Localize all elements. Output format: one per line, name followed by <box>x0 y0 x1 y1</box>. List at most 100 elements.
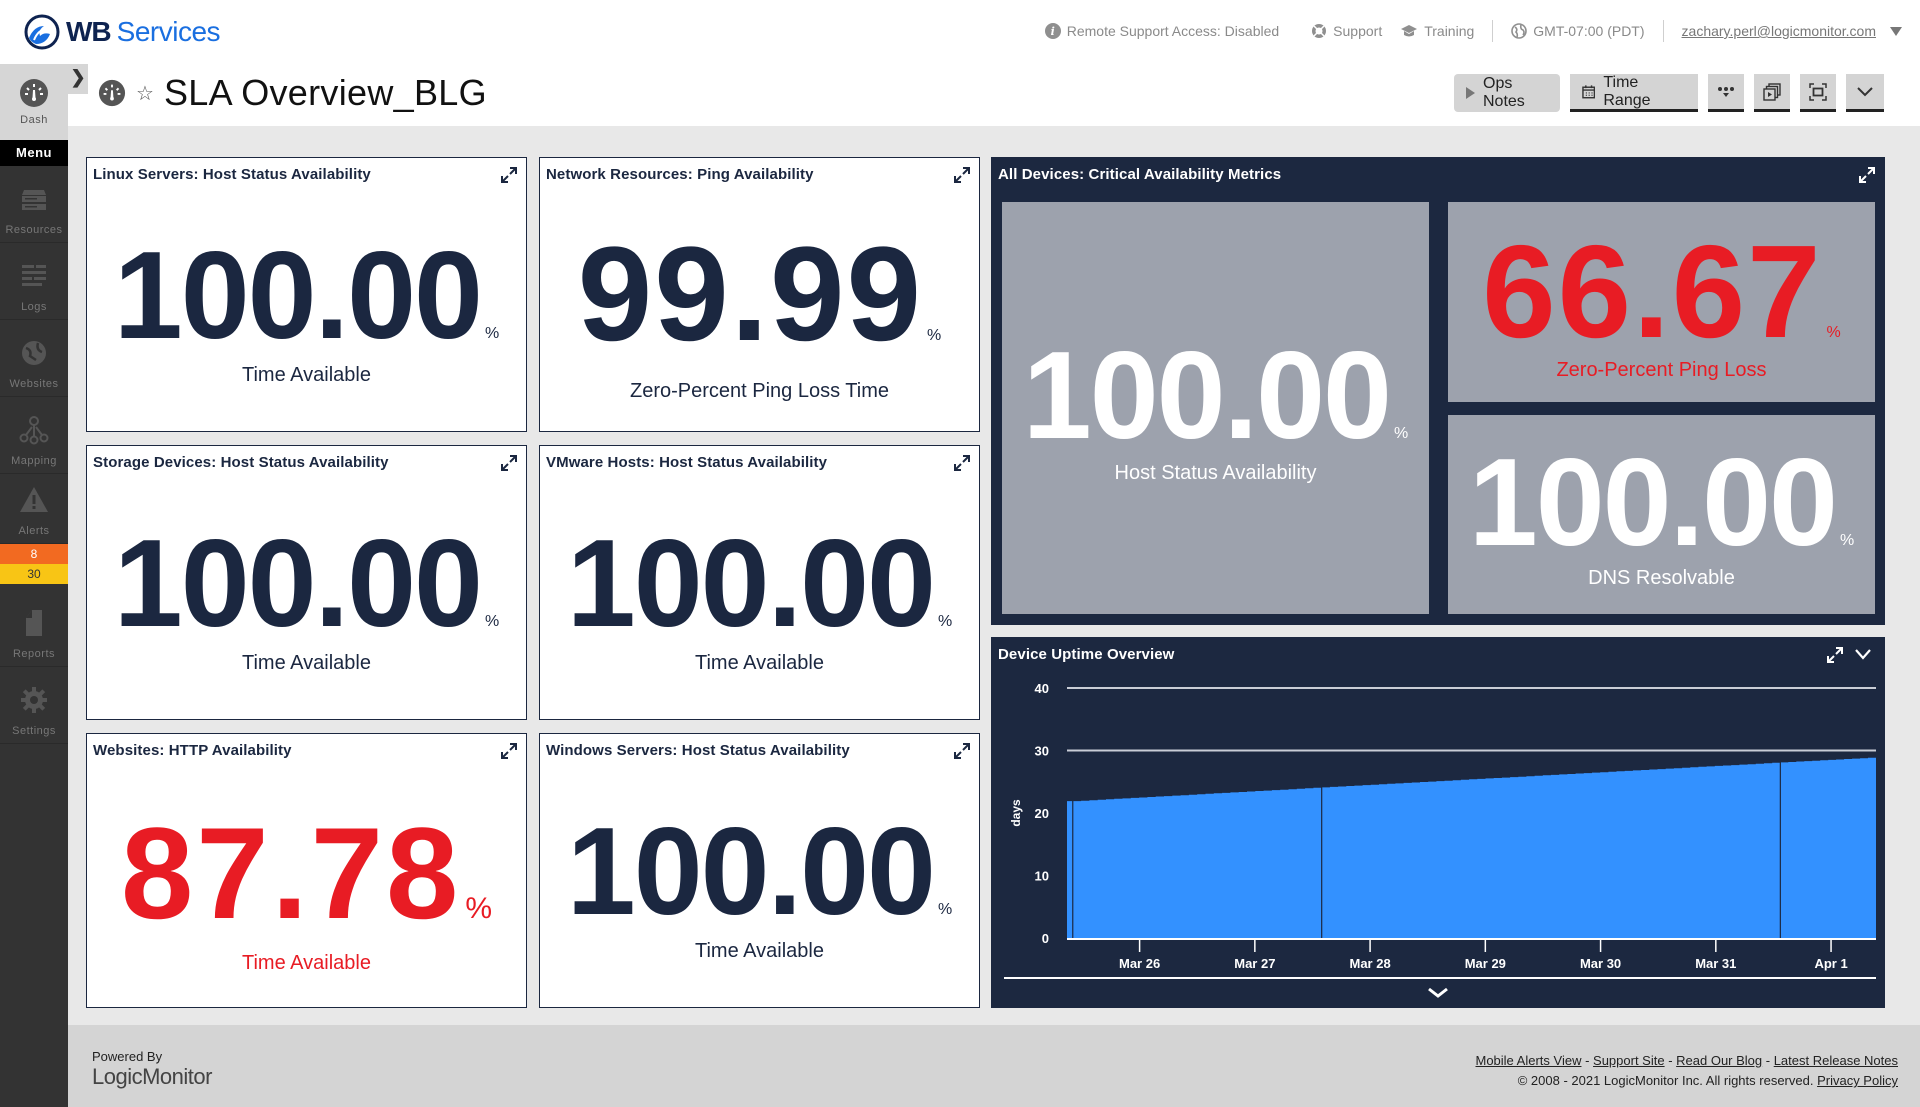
sidebar-menu-header[interactable]: Menu <box>0 140 68 166</box>
metric-value: 100.00% <box>1002 334 1429 458</box>
chevron-down-icon[interactable] <box>1428 987 1448 998</box>
logicmonitor-logo[interactable]: LogicMonitor <box>92 1064 212 1090</box>
dashboard-tokens-button[interactable] <box>1708 74 1744 112</box>
metric-label: DNS Resolvable <box>1588 567 1735 589</box>
footer-links: Mobile Alerts View - Support Site - Read… <box>1475 1051 1898 1091</box>
footer-link-mobile-alerts[interactable]: Mobile Alerts View <box>1475 1053 1581 1068</box>
metric-number: 99.99 <box>577 220 924 369</box>
sidebar-item-dash[interactable]: Dash <box>0 64 68 140</box>
info-icon: i <box>1044 23 1061 39</box>
footer-link-support-site[interactable]: Support Site <box>1593 1053 1665 1068</box>
divider <box>1662 20 1664 42</box>
warning-icon <box>20 487 48 512</box>
x-tick-label: Apr 1 <box>1814 956 1847 971</box>
dots-icon <box>1718 86 1734 97</box>
sidebar-item-label: Reports <box>12 648 56 660</box>
training-link[interactable]: Training <box>1400 23 1474 39</box>
time-range-button[interactable]: Time Range <box>1570 74 1698 112</box>
powered-by: Powered By LogicMonitor <box>92 1049 212 1090</box>
lifebuoy-icon <box>1312 24 1327 38</box>
footer-link-release-notes[interactable]: Latest Release Notes <box>1774 1053 1898 1068</box>
widget-title: Websites: HTTP Availability <box>93 742 292 759</box>
y-tick-label: 20 <box>1035 806 1049 821</box>
metric-unit: % <box>1394 425 1409 442</box>
metric-number: 87.78 <box>120 800 462 946</box>
graduation-cap-icon <box>1401 25 1418 37</box>
metric-unit: % <box>485 325 500 342</box>
metric-unit: % <box>938 613 953 630</box>
sidebar-item-resources[interactable]: Resources <box>0 166 68 243</box>
favorite-star-icon[interactable]: ☆ <box>136 81 154 106</box>
widget-title: Linux Servers: Host Status Availability <box>93 166 371 183</box>
metric-label: Zero-Percent Ping Loss <box>1556 359 1767 381</box>
expand-icon[interactable] <box>500 742 518 760</box>
globe-icon <box>22 341 46 365</box>
metric-label: Time Available <box>242 652 371 674</box>
sidebar-item-reports[interactable]: Reports <box>0 584 68 667</box>
slideshow-icon <box>1763 82 1781 101</box>
sidebar: Dash Menu Resources Logs Websites Mappin… <box>0 64 68 1107</box>
expand-icon[interactable] <box>953 454 971 472</box>
support-link[interactable]: Support <box>1311 23 1382 39</box>
expand-icon[interactable] <box>953 742 971 760</box>
wave-logo-icon <box>24 14 60 50</box>
user-menu[interactable]: zachary.perl@logicmonitor.com <box>1682 23 1902 39</box>
report-icon <box>26 610 42 636</box>
privacy-policy-link[interactable]: Privacy Policy <box>1817 1073 1898 1088</box>
metric-unit: % <box>1826 324 1841 341</box>
metric-value: 100.00% <box>540 810 979 934</box>
x-tick-label: Mar 26 <box>1119 956 1160 971</box>
ops-notes-button[interactable]: Ops Notes <box>1454 74 1560 112</box>
footer: Powered By LogicMonitor Mobile Alerts Vi… <box>68 1025 1920 1107</box>
metric-number: 100.00 <box>566 803 936 941</box>
widget-storage-devices: Storage Devices: Host Status Availabilit… <box>86 445 527 720</box>
slideshow-button[interactable] <box>1754 74 1790 112</box>
page-title-group: ☆ SLA Overview_BLG <box>98 72 487 114</box>
metric-label: Time Available <box>242 364 371 386</box>
alert-count-error[interactable]: 8 <box>0 544 68 564</box>
widget-vmware-hosts: VMware Hosts: Host Status Availability 1… <box>539 445 980 720</box>
expand-icon[interactable] <box>953 166 971 184</box>
brand-name-bold: WB <box>66 16 112 47</box>
sidebar-item-logs[interactable]: Logs <box>0 243 68 320</box>
metric-label: Time Available <box>242 952 371 974</box>
y-tick-label: 10 <box>1035 869 1049 884</box>
x-tick-label: Mar 30 <box>1580 956 1621 971</box>
alert-count-warning[interactable]: 30 <box>0 564 68 584</box>
sidebar-collapse-toggle[interactable]: ❯ <box>68 64 88 94</box>
sidebar-item-websites[interactable]: Websites <box>0 320 68 397</box>
calendar-icon <box>1582 84 1596 98</box>
expand-icon[interactable] <box>500 454 518 472</box>
remote-support-status[interactable]: i Remote Support Access: Disabled <box>1044 23 1280 39</box>
timezone-selector[interactable]: GMT-07:00 (PDT) <box>1511 23 1645 39</box>
widget-device-uptime: Device Uptime Overview 0 10 20 30 40 days Mar … <box>991 637 1885 1008</box>
uptime-area <box>1067 757 1876 938</box>
x-tick-label: Mar 29 <box>1465 956 1506 971</box>
widget-websites-http: Websites: HTTP Availability 87.78% Time … <box>86 733 527 1008</box>
more-options-button[interactable] <box>1846 74 1884 112</box>
globe-icon <box>1511 23 1528 39</box>
sidebar-item-mapping[interactable]: Mapping <box>0 397 68 474</box>
x-tick-label: Mar 27 <box>1234 956 1275 971</box>
metric-number: 100.00 <box>113 515 483 653</box>
fullscreen-button[interactable] <box>1800 74 1836 112</box>
footer-link-blog[interactable]: Read Our Blog <box>1676 1053 1762 1068</box>
page-header: ☆ SLA Overview_BLG Ops Notes Time Range <box>68 64 1920 126</box>
remote-support-label: Remote Support Access: Disabled <box>1066 23 1280 39</box>
metric-value: 99.99% <box>540 228 979 362</box>
sidebar-item-label: Alerts <box>18 525 50 537</box>
sidebar-item-settings[interactable]: Settings <box>0 667 68 744</box>
top-nav: i Remote Support Access: Disabled Suppor… <box>1027 20 1902 42</box>
brand-logo[interactable]: WB Services <box>24 14 221 50</box>
fullscreen-icon <box>1809 82 1827 101</box>
expand-icon[interactable] <box>1858 166 1876 184</box>
expand-icon[interactable] <box>500 166 518 184</box>
link-separator: - <box>1664 1053 1677 1068</box>
uptime-chart: 0 10 20 30 40 days Mar 26 Mar 27 Mar 28 Mar 29 Mar… <box>1004 681 1876 998</box>
metric-number: 100.00 <box>1468 434 1838 572</box>
sidebar-item-label: Mapping <box>11 455 57 467</box>
powered-by-label: Powered By <box>92 1049 163 1064</box>
widget-linux-servers: Linux Servers: Host Status Availability … <box>86 157 527 432</box>
sidebar-item-alerts[interactable]: Alerts <box>0 474 68 544</box>
mapping-icon <box>19 416 49 445</box>
